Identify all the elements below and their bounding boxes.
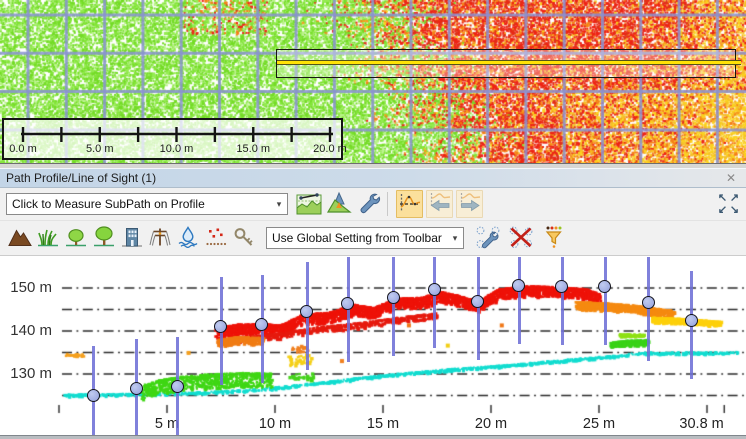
next-profile-button[interactable] — [456, 190, 483, 218]
profile-node-marker[interactable] — [512, 279, 525, 292]
filter-points-button[interactable] — [540, 223, 567, 253]
class-setting-value: Use Global Setting from Toolbar — [267, 231, 447, 245]
scale-bar-label: 5.0 m — [72, 143, 128, 155]
toolbar-separator — [387, 192, 388, 216]
keypoints-class-button[interactable] — [230, 223, 257, 253]
grass-icon — [36, 226, 60, 251]
close-icon[interactable]: ✕ — [722, 170, 740, 186]
profile-node-marker[interactable] — [642, 296, 655, 309]
profile-curve-icon — [399, 193, 421, 216]
previous-profile-button[interactable] — [426, 190, 453, 218]
profile-toolbar: Click to Measure SubPath on Profile ▾ — [0, 188, 746, 221]
x-axis-label: 30.8 m — [667, 416, 737, 432]
powerline-class-button[interactable] — [146, 223, 173, 253]
medium-vegetation-class-button[interactable] — [62, 223, 89, 253]
panel-title: Path Profile/Line of Sight (1) — [0, 171, 722, 185]
x-axis-label: 15 m — [348, 416, 418, 432]
profile-node-marker[interactable] — [255, 318, 268, 331]
tree-icon — [92, 226, 116, 251]
scale-bar-label: 0.0 m — [0, 143, 51, 155]
profile-node-line — [433, 257, 436, 348]
noise-points-icon — [204, 226, 228, 251]
measure-mode-dropdown[interactable]: Click to Measure SubPath on Profile ▾ — [6, 193, 288, 215]
filter-funnel-icon — [542, 225, 566, 252]
low-vegetation-class-button[interactable] — [34, 223, 61, 253]
application-window: 0.0 m 5.0 m 10.0 m 15.0 m 20.0 m Path Profil… — [0, 0, 746, 439]
profile-node-marker[interactable] — [171, 380, 184, 393]
profile-node-line — [518, 257, 521, 344]
profile-node-line — [561, 257, 564, 345]
expand-arrows-icon: ↖↗↙↘ — [717, 192, 741, 216]
map-scale-bar: 0.0 m5.0 m10.0 m15.0 m20.0 m — [2, 118, 343, 160]
x-axis-label: 10 m — [240, 416, 310, 432]
y-axis-label: 150 m — [0, 279, 52, 296]
measure-mode-value: Click to Measure SubPath on Profile — [7, 197, 271, 211]
y-axis-label: 130 m — [0, 365, 52, 382]
profile-path-line[interactable] — [277, 60, 741, 65]
profile-node-line — [392, 257, 395, 356]
water-drop-icon — [176, 226, 200, 251]
panel-titlebar: Path Profile/Line of Sight (1) ✕ — [0, 168, 746, 188]
profile-chart-icon — [296, 191, 322, 218]
ground-class-button[interactable] — [6, 223, 33, 253]
powerline-icon — [148, 226, 172, 251]
profile-node-marker[interactable] — [387, 291, 400, 304]
chevron-down-icon: ▾ — [447, 233, 463, 244]
expand-panel-button[interactable]: ↖↗↙↘ — [717, 190, 744, 218]
profile-node-marker[interactable] — [685, 314, 698, 327]
wrench-icon — [357, 191, 381, 218]
profile-settings-button[interactable] — [355, 190, 382, 218]
profile-node-line — [477, 257, 480, 360]
profile-node-line — [647, 257, 650, 361]
x-axis-label: 5 m — [132, 416, 202, 432]
building-icon — [120, 226, 144, 251]
profile-node-marker[interactable] — [428, 283, 441, 296]
water-class-button[interactable] — [174, 223, 201, 253]
scale-bar-label: 10.0 m — [149, 143, 205, 155]
profile-node-line — [604, 257, 607, 345]
terrain-peak-icon — [326, 191, 352, 218]
x-axis-label: 20 m — [456, 416, 526, 432]
x-axis-label: 25 m — [564, 416, 634, 432]
profile-node-marker[interactable] — [130, 382, 143, 395]
profile-arrow-right-icon — [459, 192, 481, 217]
profile-arrow-left-icon — [429, 192, 451, 217]
profile-plot: 150 m 140 m 130 m 5 m 10 m 15 m 20 m 25 m 30.8 m — [0, 256, 746, 439]
class-setting-dropdown[interactable]: Use Global Setting from Toolbar ▾ — [266, 227, 464, 249]
shrub-icon — [64, 226, 88, 251]
scale-bar-label: 20.0 m — [302, 143, 358, 155]
terrain-profile-button[interactable] — [325, 190, 352, 218]
red-x-points-icon — [508, 225, 534, 252]
building-class-button[interactable] — [118, 223, 145, 253]
classify-settings-button[interactable] — [474, 223, 501, 253]
scale-bar-label: 15.0 m — [225, 143, 281, 155]
chevron-down-icon: ▾ — [271, 199, 287, 210]
y-axis-label: 140 m — [0, 322, 52, 339]
map-view[interactable]: 0.0 m 5.0 m 10.0 m 15.0 m 20.0 m — [0, 0, 746, 163]
mountain-icon — [8, 226, 32, 251]
window-bottom-edge — [0, 435, 746, 439]
wrench-points-icon — [475, 225, 501, 252]
key-icon — [232, 226, 256, 251]
class-toolbar: Use Global Setting from Toolbar ▾ — [0, 221, 746, 256]
profile-overlay-toggle[interactable] — [396, 190, 423, 218]
noise-class-button[interactable] — [202, 223, 229, 253]
profile-point-cloud-canvas[interactable] — [0, 256, 746, 439]
measure-subpath-button[interactable] — [295, 190, 322, 218]
profile-node-marker[interactable] — [87, 389, 100, 402]
delete-points-button[interactable] — [507, 223, 534, 253]
high-vegetation-class-button[interactable] — [90, 223, 117, 253]
